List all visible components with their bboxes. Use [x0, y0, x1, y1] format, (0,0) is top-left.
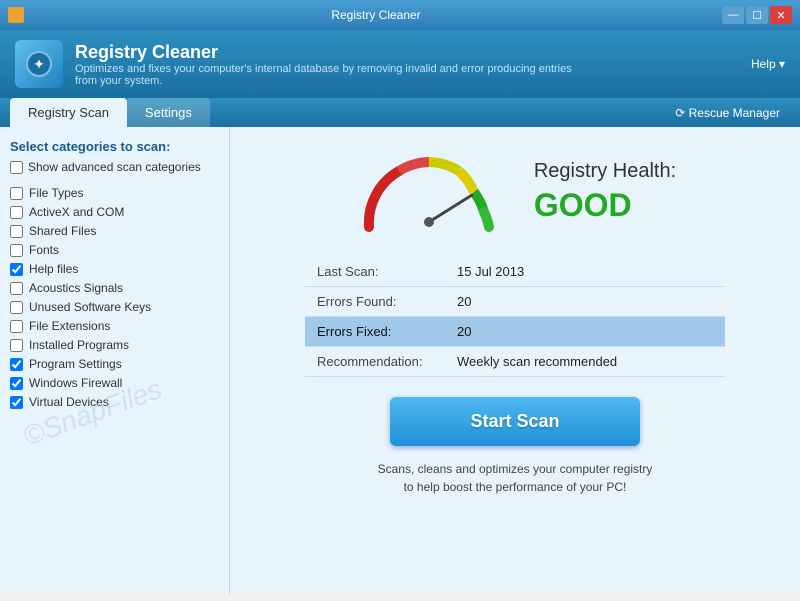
tab-registry-scan[interactable]: Registry Scan: [10, 98, 127, 127]
category-item: Acoustics Signals: [10, 281, 219, 295]
category-label-file-types: File Types: [29, 186, 83, 200]
category-item: Installed Programs: [10, 338, 219, 352]
svg-text:✦: ✦: [33, 56, 45, 72]
help-button[interactable]: Help ▾: [751, 57, 785, 71]
category-checkbox-shared-files[interactable]: [10, 225, 23, 238]
close-button[interactable]: ✕: [770, 6, 792, 24]
health-status: GOOD: [534, 187, 676, 224]
category-checkbox-installed-programs[interactable]: [10, 339, 23, 352]
tabs-left: Registry Scan Settings: [10, 98, 210, 127]
health-row: Registry Health: GOOD: [255, 147, 775, 237]
category-item: File Extensions: [10, 319, 219, 333]
tab-settings[interactable]: Settings: [127, 98, 210, 127]
window-controls: — ☐ ✕: [722, 6, 792, 24]
category-label-program-settings: Program Settings: [29, 357, 122, 371]
info-value-errors-found: 20: [445, 287, 725, 317]
category-label-virtual-devices: Virtual Devices: [29, 395, 109, 409]
tabs-bar: Registry Scan Settings ⟳ Rescue Manager: [0, 98, 800, 127]
category-item: Help files: [10, 262, 219, 276]
show-advanced-label: Show advanced scan categories: [28, 160, 201, 174]
category-item: Program Settings: [10, 357, 219, 371]
app-name: Registry Cleaner: [75, 42, 575, 63]
start-scan-button[interactable]: Start Scan: [390, 397, 639, 446]
info-row-last-scan: Last Scan:15 Jul 2013: [305, 257, 725, 287]
info-label-errors-found: Errors Found:: [305, 287, 445, 317]
sidebar: Select categories to scan: Show advanced…: [0, 127, 230, 594]
category-label-help-files: Help files: [29, 262, 78, 276]
sidebar-title: Select categories to scan:: [10, 139, 219, 154]
category-label-windows-firewall: Windows Firewall: [29, 376, 122, 390]
info-table: Last Scan:15 Jul 2013Errors Found:20Erro…: [305, 257, 725, 377]
advanced-row: Show advanced scan categories: [10, 160, 219, 174]
category-label-unused-software-keys: Unused Software Keys: [29, 300, 151, 314]
health-text-block: Registry Health: GOOD: [534, 160, 676, 224]
category-item: Shared Files: [10, 224, 219, 238]
main-content: Select categories to scan: Show advanced…: [0, 127, 800, 594]
category-checkbox-virtual-devices[interactable]: [10, 396, 23, 409]
category-item: Fonts: [10, 243, 219, 257]
info-value-errors-fixed: 20: [445, 317, 725, 347]
info-label-recommendation: Recommendation:: [305, 347, 445, 377]
gauge-svg: [354, 147, 504, 237]
info-label-errors-fixed: Errors Fixed:: [305, 317, 445, 347]
category-label-file-extensions: File Extensions: [29, 319, 110, 333]
app-logo: ✦: [15, 40, 63, 88]
gauge-container: [354, 147, 504, 237]
category-label-activex-com: ActiveX and COM: [29, 205, 124, 219]
category-label-fonts: Fonts: [29, 243, 59, 257]
category-checkbox-file-extensions[interactable]: [10, 320, 23, 333]
category-checkbox-activex-com[interactable]: [10, 206, 23, 219]
category-item: ActiveX and COM: [10, 205, 219, 219]
category-checkbox-file-types[interactable]: [10, 187, 23, 200]
right-panel: Registry Health: GOOD Last Scan:15 Jul 2…: [230, 127, 800, 594]
app-header-left: ✦ Registry Cleaner Optimizes and fixes y…: [15, 40, 575, 88]
app-header: ✦ Registry Cleaner Optimizes and fixes y…: [0, 30, 800, 98]
info-row-errors-found: Errors Found:20: [305, 287, 725, 317]
info-row-recommendation: Recommendation:Weekly scan recommended: [305, 347, 725, 377]
rescue-manager-button[interactable]: ⟳ Rescue Manager: [665, 99, 790, 127]
scan-description: Scans, cleans and optimizes your compute…: [378, 460, 653, 496]
category-item: Windows Firewall: [10, 376, 219, 390]
category-item: Virtual Devices: [10, 395, 219, 409]
category-checkbox-acoustics-signals[interactable]: [10, 282, 23, 295]
minimize-button[interactable]: —: [722, 6, 744, 24]
title-bar: Registry Cleaner — ☐ ✕: [0, 0, 800, 30]
category-checkbox-unused-software-keys[interactable]: [10, 301, 23, 314]
category-checkbox-program-settings[interactable]: [10, 358, 23, 371]
info-label-last-scan: Last Scan:: [305, 257, 445, 287]
categories-list: File Types ActiveX and COM Shared Files Fon…: [10, 186, 219, 409]
maximize-button[interactable]: ☐: [746, 6, 768, 24]
category-item: File Types: [10, 186, 219, 200]
category-label-acoustics-signals: Acoustics Signals: [29, 281, 123, 295]
app-description: Optimizes and fixes your computer's inte…: [75, 63, 575, 87]
info-value-last-scan: 15 Jul 2013: [445, 257, 725, 287]
health-title: Registry Health:: [534, 160, 676, 183]
category-checkbox-windows-firewall[interactable]: [10, 377, 23, 390]
info-value-recommendation: Weekly scan recommended: [445, 347, 725, 377]
app-title-block: Registry Cleaner Optimizes and fixes you…: [75, 42, 575, 87]
info-row-errors-fixed: Errors Fixed:20: [305, 317, 725, 347]
category-label-shared-files: Shared Files: [29, 224, 96, 238]
category-checkbox-fonts[interactable]: [10, 244, 23, 257]
category-label-installed-programs: Installed Programs: [29, 338, 129, 352]
show-advanced-checkbox[interactable]: [10, 161, 23, 174]
app-icon: [8, 7, 24, 23]
category-checkbox-help-files[interactable]: [10, 263, 23, 276]
category-item: Unused Software Keys: [10, 300, 219, 314]
window-title: Registry Cleaner: [30, 8, 722, 22]
